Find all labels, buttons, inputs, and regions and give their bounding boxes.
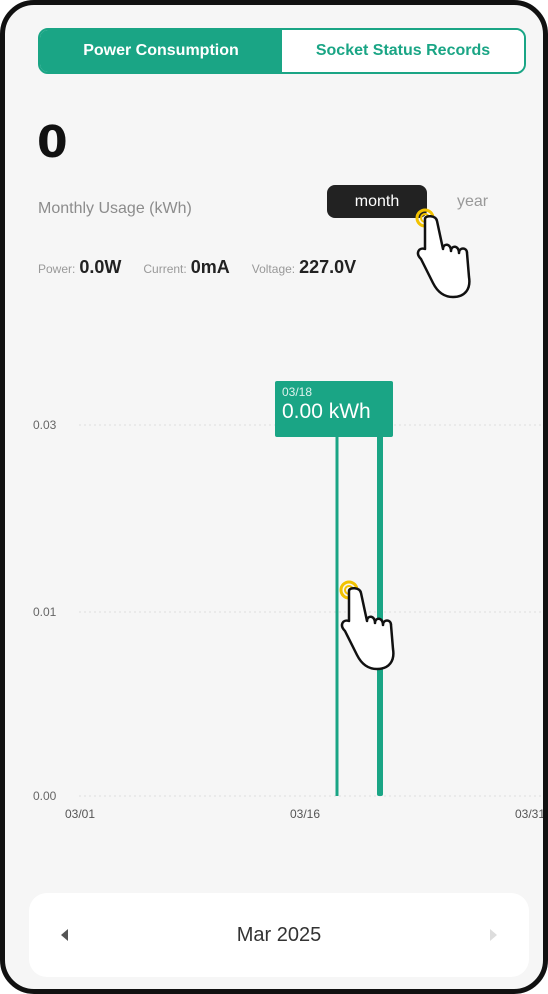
x-tick-label: 03/16 [290,807,320,821]
y-tick-label: 0.03 [33,418,57,432]
chart-tooltip: 03/18 0.00 kWh [275,381,393,437]
tap-hand-icon [415,208,471,299]
y-tick-label: 0.01 [33,605,57,619]
tooltip-date: 03/18 [282,385,313,399]
current-month-label: Mar 2025 [236,923,322,946]
tap-hand-icon [339,580,395,671]
x-tick-label: 03/01 [65,807,95,821]
y-tick-label: 0.00 [33,789,57,803]
previous-month-arrow-icon[interactable] [61,929,68,941]
tooltip-value: 0.00 kWh [282,400,371,423]
x-tick-label: 03/31 [515,807,545,821]
phone-screen: Power Consumption Socket Status Records … [0,0,548,994]
month-navigator: Mar 2025 [29,893,529,977]
next-month-arrow-icon[interactable] [490,929,497,941]
